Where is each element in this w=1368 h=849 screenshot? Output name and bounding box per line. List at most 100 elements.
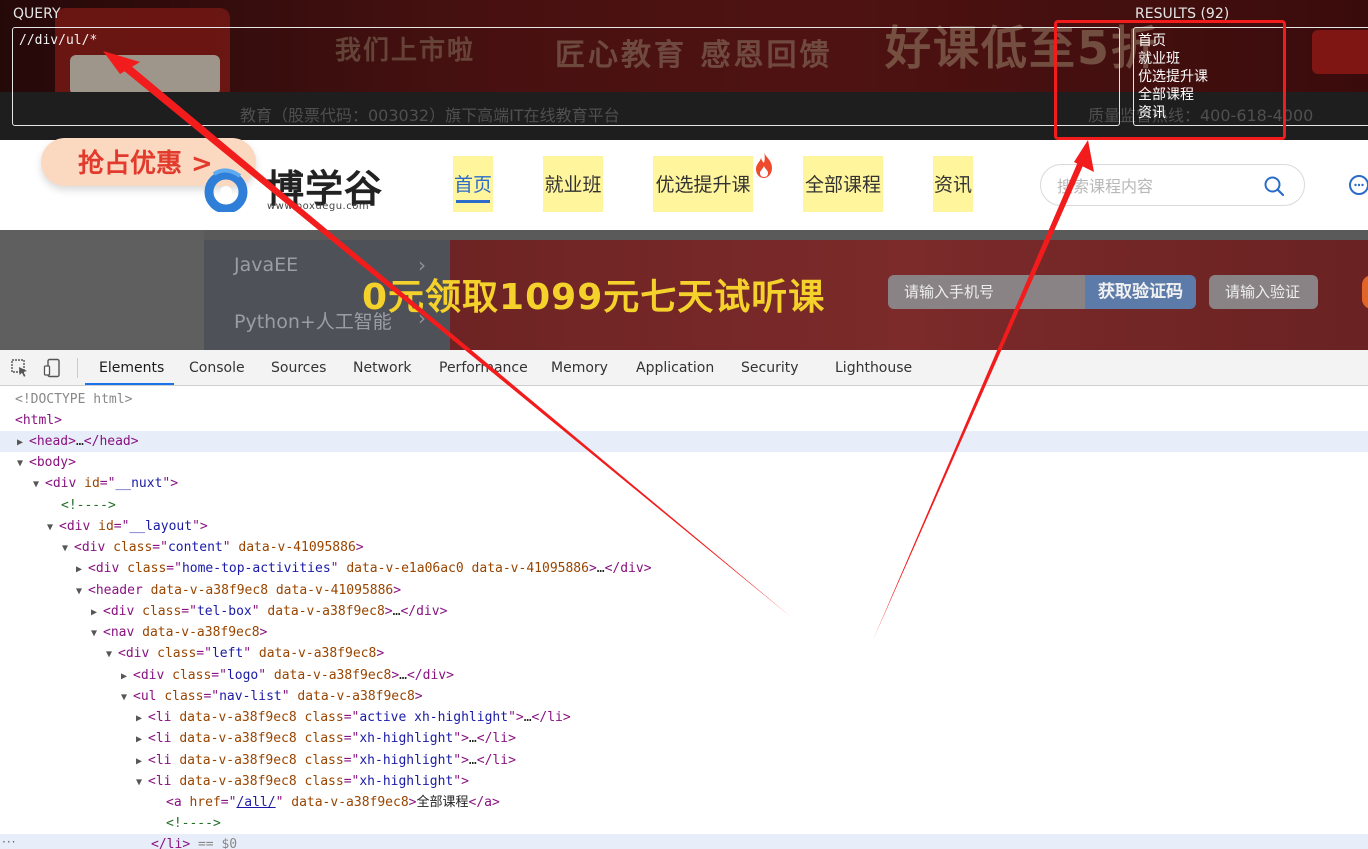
search-icon[interactable] [1263, 175, 1285, 197]
device-toolbar-icon[interactable] [43, 358, 63, 378]
tab-console[interactable]: Console [189, 360, 245, 376]
tag-name: li [547, 710, 563, 725]
expand-triangle-icon[interactable]: ▶ [136, 708, 148, 729]
verify-code-input[interactable] [1209, 275, 1318, 309]
attr-value: xh-highlight [359, 731, 454, 746]
toolbar-divider [77, 358, 78, 378]
submit-button-edge[interactable] [1362, 275, 1368, 309]
tag-name: li [492, 731, 509, 746]
dom-node-div-content[interactable]: ▼ <div class="content" data-v-41095886> [0, 537, 1368, 558]
attr-name: data-v-a38f9ec8 [179, 753, 297, 768]
dom-node-a[interactable]: <a href="/all/" data-v-a38f9ec8>全部课程</a> [0, 792, 1368, 813]
attr-name: class [113, 540, 153, 555]
dom-comment[interactable]: <!----> [0, 813, 1368, 834]
nav-item-premium[interactable]: 优选提升课 [653, 156, 753, 212]
tab-application[interactable]: Application [636, 360, 714, 376]
more-icon[interactable]: ··· [2, 835, 16, 849]
attr-name: data-v-a38f9ec8 [273, 668, 392, 683]
collapsed-ellipsis: … [468, 731, 477, 746]
attr-name: data-v-a38f9ec8 [267, 604, 385, 619]
dom-node-li-close-selected[interactable]: </li> == $0 [0, 834, 1368, 849]
expand-triangle-icon[interactable]: ▶ [91, 602, 103, 623]
attr-name: data-v-a38f9ec8 [179, 710, 297, 725]
dom-node-div-tel-box[interactable]: ▶ <div class="tel-box" data-v-a38f9ec8>…<… [0, 601, 1368, 622]
collapse-triangle-icon[interactable]: ▼ [17, 453, 29, 474]
collapsed-ellipsis: … [468, 753, 477, 768]
attr-name: class [304, 774, 344, 789]
expand-triangle-icon[interactable]: ▶ [17, 432, 29, 453]
tab-security[interactable]: Security [741, 360, 799, 376]
collapse-triangle-icon[interactable]: ▼ [106, 644, 118, 665]
attr-name: data-v-a38f9ec8 [179, 731, 297, 746]
dom-node-div-home-top[interactable]: ▶ <div class="home-top-activities" data-v… [0, 558, 1368, 579]
get-code-button[interactable]: 获取验证码 [1085, 275, 1196, 309]
phone-input[interactable] [888, 275, 1088, 309]
collapse-triangle-icon[interactable]: ▼ [136, 772, 148, 793]
hero-left-panel [0, 230, 204, 350]
tag-name: head [36, 434, 69, 449]
active-tab-indicator [85, 383, 174, 385]
attr-name: data-v-e1a06ac0 [346, 561, 464, 576]
dom-node-body[interactable]: ▼ <body> [0, 452, 1368, 473]
attr-value: logo [226, 668, 259, 683]
attr-name: href [189, 795, 221, 810]
dom-node-div-layout[interactable]: ▼ <div id="__layout"> [0, 516, 1368, 537]
href-link[interactable]: /all/ [236, 795, 275, 810]
attr-name: id [98, 519, 114, 534]
xpath-query-input[interactable] [12, 27, 1120, 126]
course-category-javaee[interactable]: JavaEE [234, 254, 298, 276]
nav-item-news[interactable]: 资讯 [933, 156, 973, 212]
tab-sources[interactable]: Sources [271, 360, 326, 376]
collapse-triangle-icon[interactable]: ▼ [121, 687, 133, 708]
search-input[interactable] [1057, 173, 1257, 199]
dom-node-li[interactable]: ▶ <li data-v-a38f9ec8 class="xh-highlight… [0, 750, 1368, 771]
dom-node-li[interactable]: ▶ <li data-v-a38f9ec8 class="xh-highlight… [0, 728, 1368, 749]
attr-value: __layout [129, 519, 193, 534]
dom-doctype[interactable]: <!DOCTYPE html> [0, 389, 1368, 410]
collapsed-ellipsis: … [75, 434, 84, 449]
dom-node-li-expanded[interactable]: ▼ <li data-v-a38f9ec8 class="xh-highlight… [0, 771, 1368, 792]
tab-lighthouse[interactable]: Lighthouse [835, 360, 912, 376]
doctype-text: <!DOCTYPE html> [15, 392, 133, 407]
collapse-triangle-icon[interactable]: ▼ [47, 517, 59, 538]
dom-node-div-nuxt[interactable]: ▼ <div id="__nuxt"> [0, 473, 1368, 494]
expand-triangle-icon[interactable]: ▶ [76, 559, 88, 580]
fire-icon [756, 152, 772, 178]
nav-item-all-courses[interactable]: 全部课程 [803, 156, 883, 212]
dom-node-html[interactable]: <html> [0, 410, 1368, 431]
dom-comment[interactable]: <!----> [0, 495, 1368, 516]
nav-item-employment[interactable]: 就业班 [543, 156, 603, 212]
dom-node-header[interactable]: ▼ <header data-v-a38f9ec8 data-v-41095886… [0, 580, 1368, 601]
chat-icon[interactable] [1348, 174, 1368, 196]
collapse-triangle-icon[interactable]: ▼ [91, 623, 103, 644]
tag-name: html [22, 413, 55, 428]
dom-node-div-left[interactable]: ▼ <div class="left" data-v-a38f9ec8> [0, 643, 1368, 664]
collapse-triangle-icon[interactable]: ▼ [76, 581, 88, 602]
tag-name: body [36, 455, 69, 470]
expand-triangle-icon[interactable]: ▶ [136, 729, 148, 750]
dom-node-ul-nav-list[interactable]: ▼ <ul class="nav-list" data-v-a38f9ec8> [0, 686, 1368, 707]
nav-item-home[interactable]: 首页 [453, 156, 493, 212]
tab-network[interactable]: Network [353, 360, 411, 376]
expand-triangle-icon[interactable]: ▶ [121, 666, 133, 687]
tag-name: li [155, 710, 172, 725]
boxuegu-logo-icon [204, 168, 248, 212]
attr-name: data-v-41095886 [471, 561, 589, 576]
inspect-element-icon[interactable] [10, 358, 30, 378]
tag-name: div [422, 668, 447, 683]
attr-value: left [211, 646, 244, 661]
attr-value: nav-list [219, 689, 282, 704]
selected-node-marker: == $0 [197, 837, 238, 849]
tab-memory[interactable]: Memory [551, 360, 608, 376]
attr-name: class [172, 668, 212, 683]
expand-triangle-icon[interactable]: ▶ [136, 751, 148, 772]
dom-node-nav[interactable]: ▼ <nav data-v-a38f9ec8> [0, 622, 1368, 643]
dom-node-head[interactable]: ▶ <head>…</head> [0, 431, 1368, 452]
collapse-triangle-icon[interactable]: ▼ [33, 474, 45, 495]
tag-name: a [173, 795, 182, 810]
dom-node-li[interactable]: ▶ <li data-v-a38f9ec8 class="active xh-hi… [0, 707, 1368, 728]
dom-node-div-logo[interactable]: ▶ <div class="logo" data-v-a38f9ec8>…</di… [0, 665, 1368, 686]
tab-elements[interactable]: Elements [99, 360, 164, 376]
collapse-triangle-icon[interactable]: ▼ [62, 538, 74, 559]
tab-performance[interactable]: Performance [439, 360, 528, 376]
